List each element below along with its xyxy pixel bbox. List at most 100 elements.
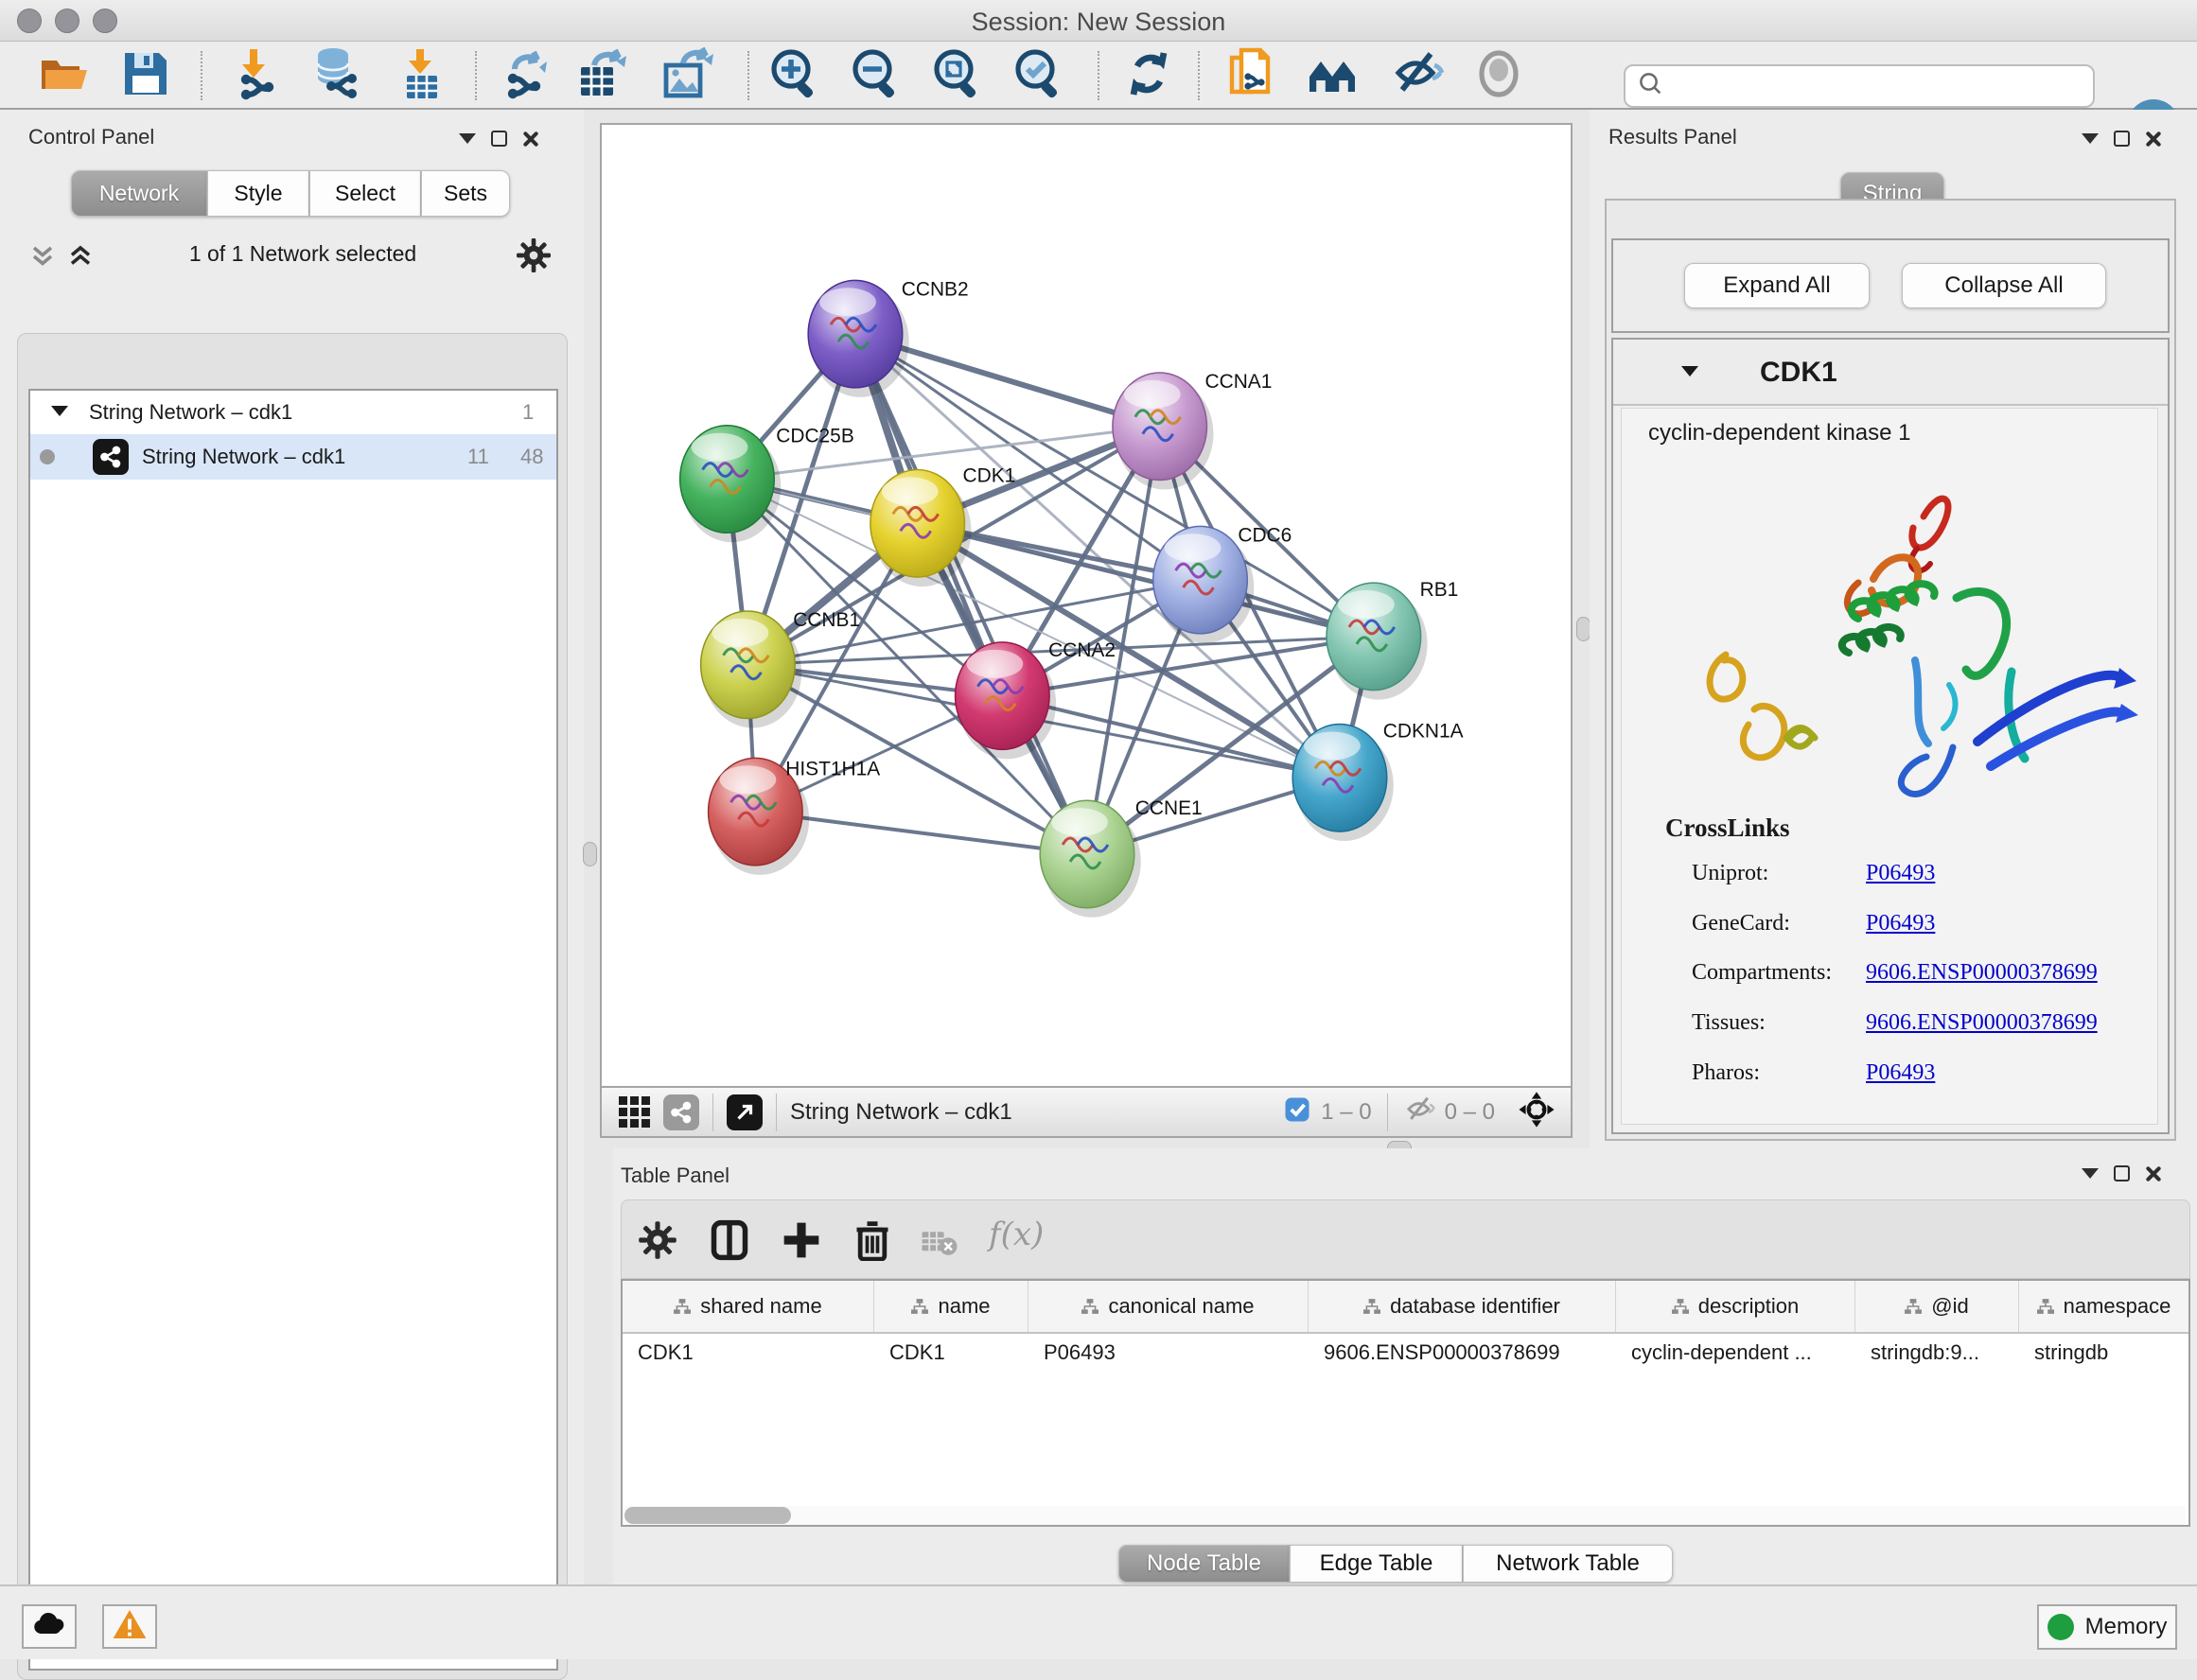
collapse-all-networks-button[interactable] xyxy=(28,242,57,275)
tab-style[interactable]: Style xyxy=(207,170,309,217)
string-network-badge-icon[interactable] xyxy=(663,1094,699,1130)
network-options-gear-icon[interactable] xyxy=(515,236,553,279)
memory-button[interactable]: Memory xyxy=(2037,1604,2177,1650)
network-node-CCNA2[interactable] xyxy=(956,642,1050,750)
collapse-all-button[interactable]: Collapse All xyxy=(1902,263,2106,308)
import-network-from-database-button[interactable] xyxy=(308,49,363,102)
open-in-new-window-button[interactable] xyxy=(727,1094,763,1130)
crosslink-genecard-link[interactable]: P06493 xyxy=(1866,911,1935,936)
table-toolbar: f(x) xyxy=(621,1199,2190,1279)
network-canvas[interactable]: CCNB2CCNA1CDC25BCDK1CDC6RB1CCNB1CCNA2CDK… xyxy=(600,123,1573,1086)
network-node-RB1[interactable] xyxy=(1327,583,1421,691)
column-header[interactable]: name xyxy=(874,1281,1028,1332)
control-panel: Control Panel Network Style Select Sets … xyxy=(0,110,584,1584)
hide-graphics-details-button[interactable] xyxy=(1389,49,1444,102)
export-table-icon xyxy=(575,46,630,106)
open-session-button[interactable] xyxy=(38,49,91,102)
table-horizontal-scrollbar[interactable] xyxy=(624,1506,2186,1525)
import-table-icon xyxy=(395,47,448,105)
float-window-icon[interactable] xyxy=(2114,1165,2130,1181)
close-panel-icon[interactable] xyxy=(522,131,538,147)
zoom-out-button[interactable] xyxy=(850,49,905,102)
hidden-counts: 0 – 0 xyxy=(1445,1099,1495,1126)
panel-menu-icon[interactable] xyxy=(459,133,476,144)
float-window-icon[interactable] xyxy=(491,131,507,147)
tab-edge-table[interactable]: Edge Table xyxy=(1290,1545,1463,1583)
cdk1-card-header[interactable]: CDK1 xyxy=(1613,340,2168,406)
save-session-button[interactable] xyxy=(121,49,170,102)
float-window-icon[interactable] xyxy=(2114,131,2130,147)
svg-text:CDC25B: CDC25B xyxy=(776,426,854,447)
clone-network-button[interactable] xyxy=(1224,49,1279,102)
column-header[interactable]: database identifier xyxy=(1309,1281,1616,1332)
fit-selected-crosshair-icon[interactable] xyxy=(1518,1091,1555,1133)
warning-icon xyxy=(112,1608,148,1645)
collapse-card-icon[interactable] xyxy=(1681,366,1698,376)
right-splitter-handle[interactable] xyxy=(1576,617,1591,641)
close-panel-icon[interactable] xyxy=(2145,131,2161,147)
table-panel-title: Table Panel xyxy=(621,1164,729,1188)
column-header[interactable]: shared name xyxy=(623,1281,874,1332)
crosslink-compartments-link[interactable]: 9606.ENSP00000378699 xyxy=(1866,960,2098,986)
grid-view-icon[interactable] xyxy=(619,1096,650,1128)
close-panel-icon[interactable] xyxy=(2145,1165,2161,1181)
network-node-CCNE1[interactable] xyxy=(1040,800,1134,908)
expand-all-button[interactable]: Expand All xyxy=(1684,263,1870,308)
network-collection-row[interactable]: String Network – cdk1 1 xyxy=(30,391,556,434)
import-table-button[interactable] xyxy=(395,49,448,102)
add-column-icon[interactable] xyxy=(781,1219,822,1266)
show-graphics-details-button[interactable] xyxy=(1472,49,1525,102)
panel-menu-icon[interactable] xyxy=(2082,1168,2099,1179)
network-node-CDC6[interactable] xyxy=(1153,526,1248,634)
network-collection-label: String Network – cdk1 xyxy=(89,400,292,425)
svg-text:CDK1: CDK1 xyxy=(963,465,1016,487)
scrollbar-thumb[interactable] xyxy=(624,1507,791,1524)
collection-expand-icon[interactable] xyxy=(51,406,68,416)
expand-all-networks-button[interactable] xyxy=(66,242,95,275)
warnings-button[interactable] xyxy=(102,1604,157,1649)
left-splitter-handle[interactable] xyxy=(583,842,597,866)
cdk1-card-body: cyclin-dependent kinase 1 xyxy=(1621,408,2158,1125)
zoom-in-button[interactable] xyxy=(768,49,823,102)
search-input[interactable] xyxy=(1665,73,2072,99)
crosslink-tissues-link[interactable]: 9606.ENSP00000378699 xyxy=(1866,1010,2098,1036)
column-header[interactable]: description xyxy=(1616,1281,1855,1332)
crosslink-uniprot-link[interactable]: P06493 xyxy=(1866,861,1935,886)
toolbar-separator xyxy=(1198,51,1200,100)
column-header[interactable]: namespace xyxy=(2019,1281,2188,1332)
export-network-button[interactable] xyxy=(500,49,554,102)
table-row[interactable]: CDK1 CDK1 P06493 9606.ENSP00000378699 cy… xyxy=(623,1334,2188,1372)
tab-select[interactable]: Select xyxy=(309,170,421,217)
tab-network[interactable]: Network xyxy=(71,170,207,217)
network-row-selected[interactable]: String Network – cdk1 11 48 xyxy=(30,434,556,480)
column-header[interactable]: @id xyxy=(1855,1281,2019,1332)
tab-sets[interactable]: Sets xyxy=(421,170,510,217)
table-gear-icon[interactable] xyxy=(637,1219,678,1266)
network-node-CCNB2[interactable] xyxy=(808,280,903,388)
export-table-button[interactable] xyxy=(575,49,630,102)
birds-eye-view-button[interactable] xyxy=(1306,49,1361,102)
node-table: shared name name canonical name database… xyxy=(621,1279,2190,1527)
network-node-CDK1[interactable] xyxy=(870,470,965,578)
selected-nodes-checkbox[interactable] xyxy=(1283,1095,1311,1129)
export-image-button[interactable] xyxy=(659,49,713,102)
delete-column-trash-icon[interactable] xyxy=(852,1219,892,1266)
panel-menu-icon[interactable] xyxy=(2082,133,2099,144)
network-node-CCNA1[interactable] xyxy=(1113,373,1207,481)
network-node-CDC25B[interactable] xyxy=(680,426,775,534)
tab-node-table[interactable]: Node Table xyxy=(1118,1545,1290,1583)
crosslink-pharos-link[interactable]: P06493 xyxy=(1866,1060,1935,1086)
select-columns-icon[interactable] xyxy=(709,1219,750,1266)
network-node-CCNB1[interactable] xyxy=(701,611,796,719)
search-field[interactable] xyxy=(1624,64,2095,108)
copy-network-icon xyxy=(1224,46,1279,106)
apply-layout-button[interactable] xyxy=(1122,49,1175,102)
network-node-CDKN1A[interactable] xyxy=(1292,725,1387,832)
column-header[interactable]: canonical name xyxy=(1028,1281,1309,1332)
tab-network-table[interactable]: Network Table xyxy=(1463,1545,1673,1583)
cloud-button[interactable] xyxy=(22,1604,77,1649)
import-network-button[interactable] xyxy=(229,49,282,102)
zoom-selected-button[interactable] xyxy=(1012,49,1067,102)
zoom-fit-button[interactable] xyxy=(931,49,986,102)
hidden-eye-slash-icon[interactable] xyxy=(1403,1094,1435,1130)
